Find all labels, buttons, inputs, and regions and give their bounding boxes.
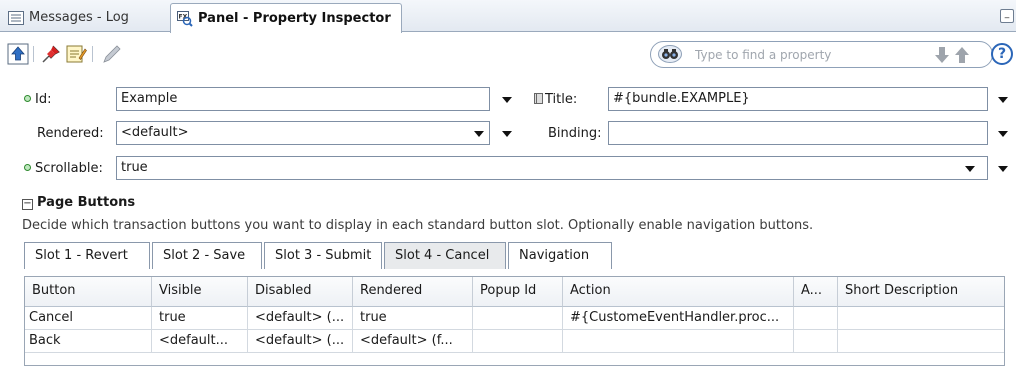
table-cell[interactable] — [838, 307, 1004, 330]
tab-messages-log[interactable]: Messages - Log — [2, 3, 160, 32]
title-label-text: Title: — [545, 92, 578, 107]
arrow-down-icon[interactable] — [933, 46, 951, 64]
help-icon[interactable]: ? — [991, 43, 1013, 65]
table-cell[interactable] — [838, 330, 1004, 353]
title-field[interactable]: #{bundle.EXAMPLE} — [608, 87, 988, 111]
table-cell[interactable] — [473, 307, 563, 330]
translatable-icon — [534, 93, 543, 104]
table-cell[interactable]: #{CustomeEventHandler.proc... — [563, 307, 794, 330]
tab-property-inspector-label: Panel - Property Inspector — [198, 11, 391, 26]
tab-messages-log-label: Messages - Log — [29, 10, 129, 25]
tab-slot-2-save[interactable]: Slot 2 - Save — [152, 242, 262, 269]
pin-icon[interactable] — [40, 43, 62, 65]
title-options-chevron-down-icon[interactable] — [998, 97, 1008, 103]
edit-properties-icon[interactable] — [65, 43, 87, 65]
tab-property-inspector[interactable]: FX Panel - Property Inspector — [170, 3, 402, 33]
section-description: Decide which transaction buttons you wan… — [22, 218, 814, 233]
id-field[interactable]: Example — [116, 87, 490, 111]
table-cell[interactable]: true — [353, 307, 473, 330]
tab-slot-3-submit[interactable]: Slot 3 - Submit — [264, 242, 382, 269]
table-cell[interactable]: Back — [25, 330, 152, 353]
table-cell[interactable] — [563, 330, 794, 353]
table-cell[interactable]: true — [152, 307, 248, 330]
scrollable-label-text: Scrollable: — [35, 161, 103, 176]
binding-options-chevron-down-icon[interactable] — [998, 131, 1008, 137]
section-title: Page Buttons — [37, 195, 136, 210]
rendered-select-chevron-down-icon[interactable] — [474, 131, 484, 137]
rendered-select[interactable]: <default> — [116, 121, 490, 145]
table-cell[interactable]: <default> (f... — [353, 330, 473, 353]
tab-slot-4-cancel[interactable]: Slot 4 - Cancel — [384, 242, 506, 269]
table-cell[interactable] — [794, 307, 838, 330]
column-header-a[interactable]: A... — [794, 277, 838, 307]
tab-navigation[interactable]: Navigation — [508, 242, 612, 269]
toolbar-separator — [92, 46, 93, 62]
table-cell[interactable] — [794, 330, 838, 353]
tab-slot-1-revert[interactable]: Slot 1 - Revert — [24, 242, 150, 269]
collapse-icon[interactable]: − — [22, 199, 33, 210]
table-cell[interactable]: <default> (... — [248, 307, 353, 330]
minimize-icon[interactable]: _ — [1000, 9, 1014, 23]
scrollable-select-chevron-down-icon[interactable] — [965, 166, 975, 172]
property-search-box — [650, 41, 993, 68]
rendered-label: Rendered: — [37, 126, 104, 141]
id-label-text: Id: — [35, 92, 52, 107]
page-buttons-section-header[interactable]: − Page Buttons — [22, 195, 135, 210]
document-tab-strip: Messages - Log FX Panel - Property Inspe… — [0, 0, 1016, 33]
toolbar: ? — [0, 33, 1016, 77]
column-header-button[interactable]: Button — [25, 277, 152, 307]
column-header-action[interactable]: Action — [563, 277, 794, 307]
table-cell[interactable]: Cancel — [25, 307, 152, 330]
table-cell[interactable]: <default... — [152, 330, 248, 353]
page-buttons-table: Button Visible Disabled Rendered Popup I… — [24, 276, 1005, 366]
up-navigate-icon[interactable] — [7, 43, 29, 65]
column-header-short-description[interactable]: Short Description — [838, 277, 1004, 307]
binding-label: Binding: — [548, 126, 602, 141]
table-cell[interactable]: <default> (... — [248, 330, 353, 353]
log-icon — [8, 10, 24, 25]
column-header-disabled[interactable]: Disabled — [248, 277, 353, 307]
table-cell[interactable] — [473, 330, 563, 353]
column-header-popup-id[interactable]: Popup Id — [473, 277, 563, 307]
binding-field[interactable] — [608, 121, 988, 145]
column-header-visible[interactable]: Visible — [152, 277, 248, 307]
required-indicator-icon — [24, 95, 31, 102]
pencil-icon[interactable] — [100, 43, 122, 65]
required-indicator-icon — [24, 164, 31, 171]
property-inspector-icon: FX — [177, 10, 193, 27]
column-header-rendered[interactable]: Rendered — [353, 277, 473, 307]
arrow-up-icon[interactable] — [953, 46, 971, 64]
scrollable-label: Scrollable: — [24, 161, 103, 176]
toolbar-separator — [33, 46, 34, 62]
id-label: Id: — [24, 92, 51, 107]
rendered-options-chevron-down-icon[interactable] — [502, 131, 512, 137]
scrollable-select[interactable]: true — [116, 156, 988, 180]
title-label: Title: — [534, 92, 577, 107]
id-options-chevron-down-icon[interactable] — [502, 97, 512, 103]
property-search-input[interactable] — [695, 45, 895, 64]
binoculars-icon[interactable] — [658, 45, 682, 63]
scrollable-options-chevron-down-icon[interactable] — [998, 166, 1008, 172]
